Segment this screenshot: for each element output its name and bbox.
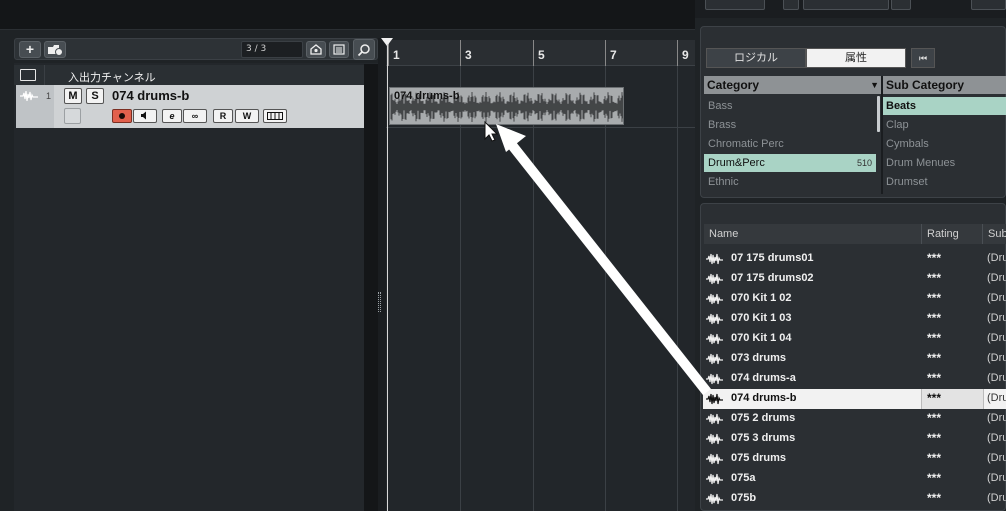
event-name: 074 drums-b	[394, 90, 460, 102]
mouse-cursor-icon	[484, 120, 499, 142]
drag-arrow	[484, 120, 711, 396]
